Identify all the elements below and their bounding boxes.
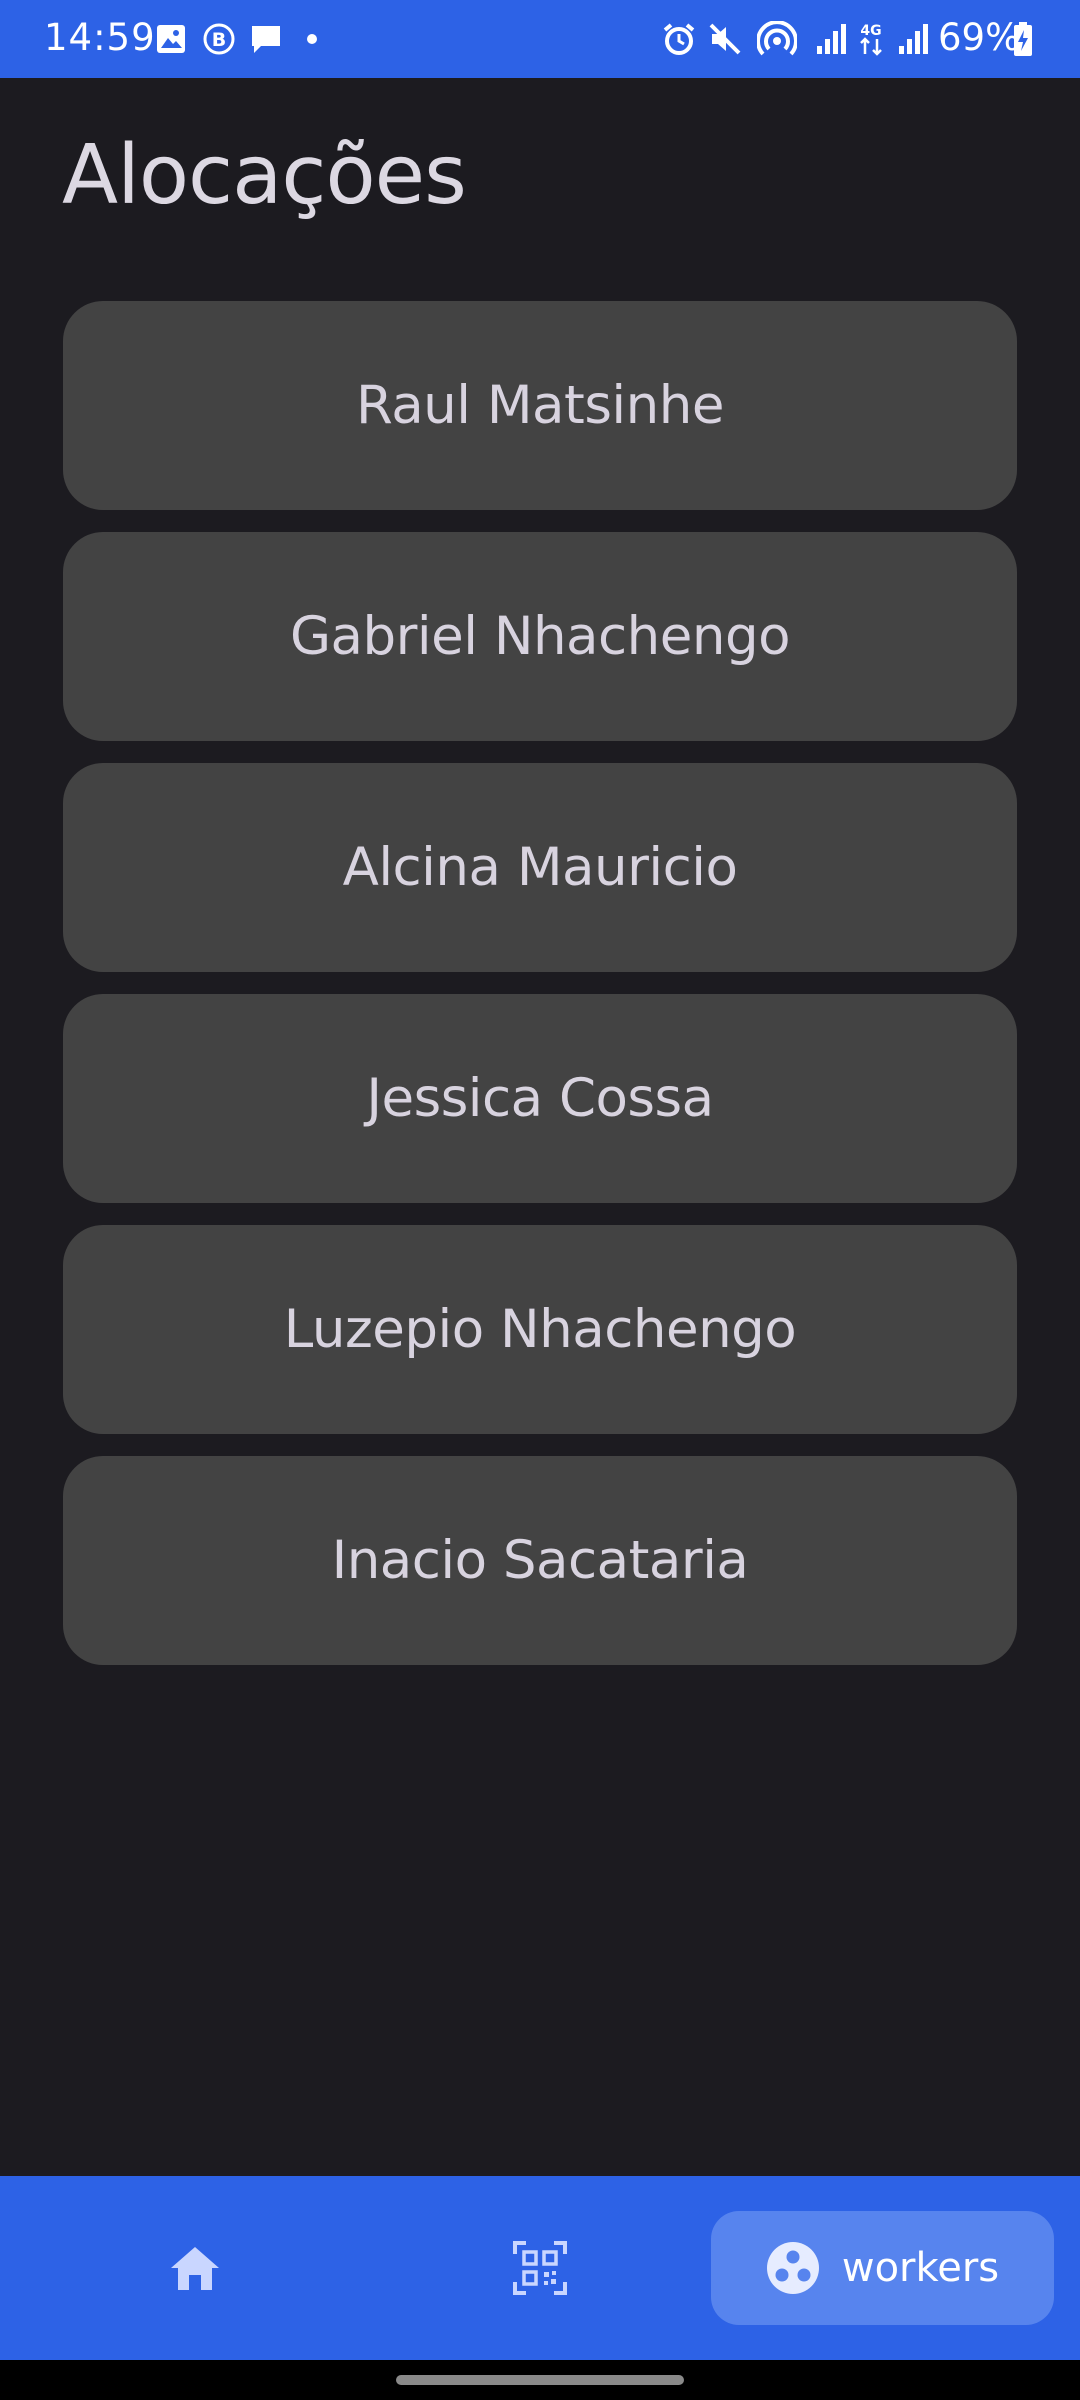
battery-percentage: 69%: [938, 16, 1021, 59]
dot-icon: [302, 20, 322, 58]
svg-text:4G: 4G: [860, 23, 881, 39]
nav-home-button[interactable]: [150, 2228, 240, 2308]
worker-card[interactable]: Inacio Sacataria: [63, 1456, 1017, 1665]
signal-icon-2: [896, 20, 930, 58]
hotspot-icon: [756, 20, 798, 58]
worker-name: Gabriel Nhachengo: [289, 606, 791, 667]
worker-name: Inacio Sacataria: [331, 1530, 749, 1591]
worker-name: Jessica Cossa: [366, 1068, 714, 1129]
worker-name: Alcina Mauricio: [342, 837, 738, 898]
nav-workers-label: workers: [841, 2245, 1000, 2291]
worker-list: Raul Matsinhe Gabriel Nhachengo Alcina M…: [63, 301, 1017, 1687]
alarm-icon: [660, 20, 698, 58]
nav-scan-button[interactable]: [495, 2228, 585, 2308]
message-icon: [248, 20, 284, 58]
gallery-icon: [154, 20, 188, 58]
bottom-nav: workers: [0, 2176, 1080, 2360]
svg-text:B: B: [212, 29, 226, 51]
gesture-handle[interactable]: [396, 2375, 684, 2385]
signal-icon: [814, 20, 848, 58]
battery-charging-icon: [1010, 20, 1036, 58]
workers-icon: [766, 2242, 819, 2294]
status-time: 14:59: [44, 16, 156, 59]
worker-card[interactable]: Gabriel Nhachengo: [63, 532, 1017, 741]
home-icon: [171, 2247, 219, 2290]
b-badge-icon: B: [200, 20, 238, 58]
4g-icon: 4G: [858, 20, 884, 58]
page-title: Alocações: [62, 128, 467, 223]
worker-name: Luzepio Nhachengo: [283, 1299, 797, 1360]
nav-workers-button[interactable]: workers: [711, 2211, 1054, 2325]
worker-name: Raul Matsinhe: [356, 375, 724, 436]
status-bar: 14:59 B 4G 69%: [0, 0, 1080, 78]
qr-scan-icon: [513, 2241, 567, 2295]
worker-card[interactable]: Luzepio Nhachengo: [63, 1225, 1017, 1434]
worker-card[interactable]: Jessica Cossa: [63, 994, 1017, 1203]
worker-card[interactable]: Alcina Mauricio: [63, 763, 1017, 972]
gesture-area: [0, 2360, 1080, 2400]
worker-card[interactable]: Raul Matsinhe: [63, 301, 1017, 510]
mute-icon: [706, 20, 744, 58]
